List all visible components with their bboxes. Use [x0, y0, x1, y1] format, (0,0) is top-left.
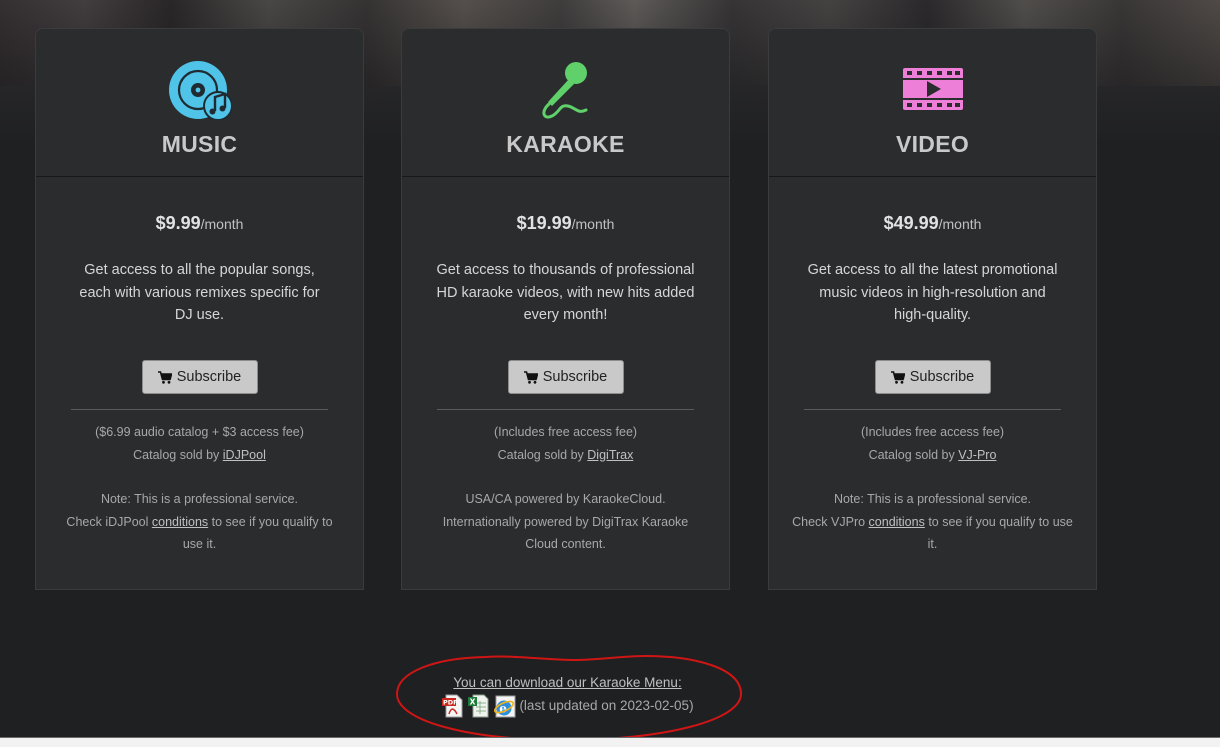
- subscribe-label: Subscribe: [176, 369, 242, 385]
- fee-info: ($6.99 audio catalog + $3 access fee) Ca…: [56, 421, 343, 466]
- fee-note: ($6.99 audio catalog + $3 access fee): [95, 425, 304, 439]
- sold-by-prefix: Catalog sold by: [497, 447, 588, 462]
- fee-note: (Includes free access fee): [493, 425, 638, 439]
- price-period: /month: [938, 216, 982, 232]
- film-play-icon: [902, 68, 963, 110]
- plan-price: $49.99/month: [769, 213, 1096, 234]
- plan-card-header: MUSIC: [36, 29, 363, 177]
- price-amount: $49.99: [883, 213, 939, 233]
- subscribe-button-music[interactable]: Subscribe: [141, 360, 258, 394]
- digitrax-link[interactable]: DigiTrax: [587, 448, 633, 462]
- microphone-icon: [541, 62, 587, 119]
- plan-title: MUSIC: [161, 131, 238, 157]
- service-note: Note: This is a professional service. Ch…: [58, 488, 341, 556]
- price-period: /month: [200, 216, 244, 232]
- plan-card-header: VIDEO: [769, 29, 1096, 177]
- note-line1: Note: This is a professional service.: [100, 492, 299, 506]
- plan-title: KARAOKE: [506, 131, 625, 157]
- plan-description: Get access to all the popular songs, eac…: [79, 262, 320, 323]
- plan-card-header: KARAOKE: [402, 29, 729, 177]
- plan-description: Get access to thousands of professional …: [436, 262, 695, 323]
- sold-by-prefix: Catalog sold by: [868, 447, 959, 462]
- note-prefix: Check iDJPool: [66, 514, 152, 529]
- plan-title: VIDEO: [895, 131, 970, 157]
- fee-info: (Includes free access fee) Catalog sold …: [789, 421, 1076, 466]
- price-period: /month: [571, 216, 615, 232]
- page: MUSIC $9.99/month Get access to all the …: [0, 0, 1220, 747]
- divider: [437, 409, 694, 410]
- subscribe-label: Subscribe: [909, 369, 975, 385]
- shopping-cart-icon: [890, 370, 905, 384]
- vinyl-music-icon: [168, 61, 232, 120]
- plan-card-video: VIDEO $49.99/month Get access to all the…: [768, 28, 1097, 590]
- note-line2: Check iDJPool conditions to see if you q…: [58, 511, 341, 556]
- price-amount: $19.99: [516, 213, 572, 233]
- fee-note: (Includes free access fee): [860, 425, 1005, 439]
- plan-price: $19.99/month: [402, 213, 729, 234]
- service-note: Note: This is a professional service. Ch…: [791, 488, 1074, 556]
- price-amount: $9.99: [155, 213, 201, 233]
- fee-info: (Includes free access fee) Catalog sold …: [422, 421, 709, 466]
- sold-by-prefix: Catalog sold by: [133, 447, 223, 462]
- plan-description: Get access to all the latest promotional…: [807, 262, 1058, 323]
- vjpro-link[interactable]: VJ-Pro: [958, 448, 996, 462]
- idjpool-link[interactable]: iDJPool: [223, 448, 266, 462]
- service-note: USA/CA powered by KaraokeCloud. Internat…: [442, 492, 689, 551]
- shopping-cart-icon: [157, 370, 172, 384]
- note-line1: Note: This is a professional service.: [833, 492, 1032, 506]
- annotation-circle: [395, 654, 743, 742]
- plan-price: $9.99/month: [36, 213, 363, 234]
- sold-by-line: Catalog sold by VJ-Pro: [789, 444, 1076, 467]
- shopping-cart-icon: [523, 370, 538, 384]
- divider: [804, 409, 1061, 410]
- subscribe-button-video[interactable]: Subscribe: [874, 360, 991, 394]
- footer-strip: [0, 738, 1220, 747]
- plan-card-karaoke: KARAOKE $19.99/month Get access to thous…: [401, 28, 730, 590]
- conditions-link[interactable]: conditions: [869, 515, 925, 529]
- note-prefix: Check VJPro: [792, 514, 869, 529]
- sold-by-line: Catalog sold by iDJPool: [56, 444, 343, 467]
- conditions-link[interactable]: conditions: [152, 515, 208, 529]
- divider: [71, 409, 328, 410]
- note-line2: Check VJPro conditions to see if you qua…: [791, 511, 1074, 556]
- plan-card-music: MUSIC $9.99/month Get access to all the …: [35, 28, 364, 590]
- note-suffix: to see if you qualify to use it.: [924, 514, 1073, 552]
- subscribe-button-karaoke[interactable]: Subscribe: [507, 360, 624, 394]
- sold-by-line: Catalog sold by DigiTrax: [422, 444, 709, 467]
- subscribe-label: Subscribe: [542, 369, 608, 385]
